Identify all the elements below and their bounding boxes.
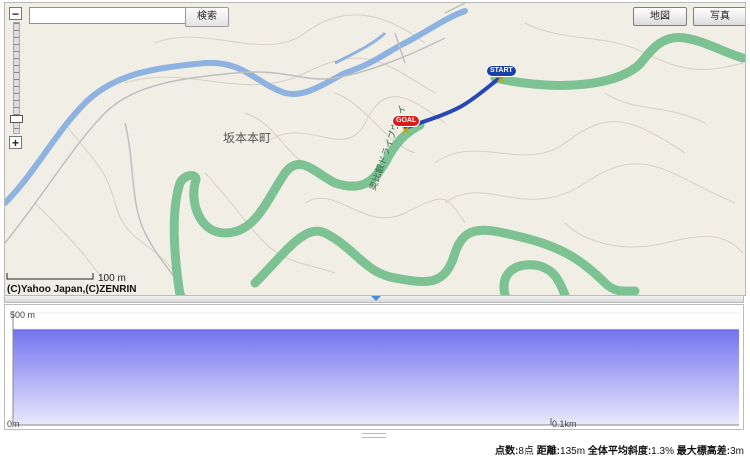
map-copyright: (C)Yahoo Japan,(C)ZENRIN (7, 284, 137, 295)
search-input[interactable] (29, 7, 187, 24)
panel-divider[interactable] (4, 295, 744, 303)
zoom-out-button[interactable]: − (9, 7, 22, 20)
distance-value: 135m (560, 446, 586, 457)
elevation-chart: 500 m 0m 0.1km (7, 310, 740, 429)
max-elev-diff-value: 3m (730, 446, 744, 457)
zoom-slider[interactable] (10, 22, 23, 134)
avg-slope-label: 全体平均斜度: (587, 446, 652, 457)
start-marker[interactable]: START (486, 65, 517, 77)
y-bottom-label: 0m (7, 419, 20, 429)
map-canvas[interactable]: 奥比叡ドライブウェイ ✕ ✕ (5, 3, 745, 295)
search-button[interactable]: 検索 (185, 7, 229, 27)
points-value: 8点 (518, 446, 534, 457)
collapse-arrow-icon[interactable] (371, 296, 381, 301)
elevation-profile: 500 m 0m 0.1km (4, 304, 744, 430)
zoom-in-button[interactable]: + (9, 136, 22, 149)
goal-marker[interactable]: GOAL (392, 115, 421, 127)
photo-view-button[interactable]: 写真 (693, 7, 745, 26)
elevation-area (13, 330, 739, 425)
map-panel[interactable]: 奥比叡ドライブウェイ ✕ ✕ 検索 地図 写真 − + 坂本本町 100 m (… (4, 2, 746, 296)
resize-grip[interactable] (362, 433, 386, 438)
max-elev-diff-label: 最大標高差: (676, 446, 731, 457)
y-top-label: 500 m (10, 310, 35, 320)
x-tick-label: 0.1km (552, 419, 577, 429)
scale-label: 100 m (98, 273, 126, 284)
zoom-control: − + (9, 7, 23, 149)
distance-label: 距離: (536, 446, 561, 457)
zoom-slider-thumb[interactable] (10, 115, 23, 123)
points-label: 点数: (495, 446, 519, 457)
map-view-button[interactable]: 地図 (633, 7, 687, 26)
river (5, 8, 468, 206)
route-stats: 点数:8点 距離:135m 全体平均斜度:1.3% 最大標高差:3m (495, 442, 744, 457)
avg-slope-value: 1.3% (651, 446, 674, 457)
main-roads (169, 33, 745, 295)
place-label: 坂本本町 (223, 131, 272, 145)
scale-bar (6, 273, 94, 280)
